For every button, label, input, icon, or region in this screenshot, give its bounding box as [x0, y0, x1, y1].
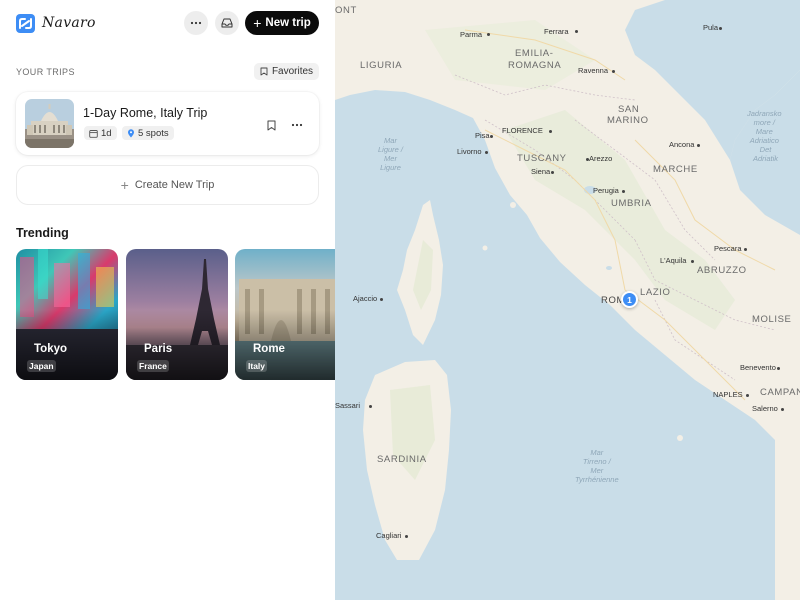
map-city-label: Ravenna — [578, 66, 609, 75]
map-city-label: Ferrara — [544, 27, 569, 36]
map-city-label: Salerno — [752, 404, 778, 413]
map-region-label: ROMAGNA — [508, 60, 562, 71]
create-new-trip-label: Create New Trip — [134, 179, 215, 191]
map-city-label: Livorno — [457, 147, 482, 156]
more-horizontal-icon — [291, 123, 303, 127]
trip-thumbnail — [25, 99, 74, 148]
map-region-label: SAN — [618, 104, 640, 115]
trending-card-rome[interactable]: Rome Italy — [235, 249, 335, 380]
map-sea-label: Mar Ligure / Mer Ligure — [378, 136, 404, 172]
map-region-label: EMILIA- — [515, 48, 554, 59]
trending-card-country: Japan — [27, 360, 56, 372]
trending-card-country: France — [137, 360, 169, 372]
map-sea-label: Jadransko more / Mare Adriatico — [747, 109, 782, 145]
favorites-button[interactable]: Favorites — [254, 63, 319, 80]
inbox-button[interactable] — [215, 11, 239, 35]
bookmark-icon — [267, 120, 276, 131]
navaro-logo-icon[interactable] — [16, 14, 35, 33]
map-region-label: MARINO — [607, 115, 649, 126]
sidebar: Navaro + New trip YOUR TRIPS Favorites 1… — [0, 0, 335, 600]
map-region-label: CAMPAN — [760, 387, 800, 398]
top-bar: Navaro + New trip — [0, 0, 335, 46]
new-trip-label: New trip — [265, 17, 311, 29]
map-city-label: Pula — [703, 23, 719, 32]
map-sea-label: Det Adriatik — [753, 145, 779, 163]
map-city-label: Perugia — [593, 186, 619, 195]
trip-spots-chip: 5 spots — [122, 126, 174, 140]
trending-card-city: Tokyo — [34, 343, 68, 355]
trip-days: 1d — [101, 127, 112, 139]
trending-card-tokyo[interactable]: Tokyo Japan — [16, 249, 118, 380]
trending-heading: Trending — [16, 226, 69, 240]
map-sea-label: Mar Tirreno / Mer Tyrrhénienne — [575, 448, 619, 484]
more-horizontal-icon — [190, 21, 202, 25]
map-region-label: UMBRIA — [611, 198, 652, 209]
map-city-label: Sassari — [335, 401, 361, 410]
map-region-label: ABRUZZO — [697, 265, 747, 276]
new-trip-button[interactable]: + New trip — [245, 11, 319, 35]
inbox-icon — [221, 18, 233, 28]
trip-days-chip: 1d — [84, 126, 117, 140]
create-new-trip-button[interactable]: + Create New Trip — [16, 165, 319, 205]
map-region-label: TUSCANY — [517, 153, 567, 164]
map-city-label: Cagliari — [376, 531, 402, 540]
trending-card-paris[interactable]: Paris France — [126, 249, 228, 380]
map-city-label: Arezzo — [589, 154, 613, 163]
trip-title: 1-Day Rome, Italy Trip — [83, 106, 208, 120]
map-city-label: NAPLES — [713, 390, 743, 399]
map-city-label: L'Aquila — [660, 256, 687, 265]
trip-card[interactable]: 1-Day Rome, Italy Trip 1d 5 spots — [16, 92, 319, 155]
map-marker[interactable]: 1 — [621, 291, 638, 308]
map-region-label: SARDINIA — [377, 454, 427, 465]
map-region-label: MOLISE — [752, 314, 792, 325]
map-city-label: Parma — [460, 30, 483, 39]
map-region-label: LAZIO — [640, 287, 671, 298]
location-pin-icon — [128, 128, 134, 137]
trending-card-city: Paris — [144, 343, 173, 355]
calendar-icon — [89, 129, 98, 138]
map-region-label: LIGURIA — [360, 60, 403, 71]
map-view[interactable]: ONT LIGURIA EMILIA- ROMAGNA SAN MARINO T… — [335, 0, 800, 600]
brand-name[interactable]: Navaro — [42, 15, 96, 31]
map-city-label: Ajaccio — [353, 294, 378, 303]
map-region-label: MARCHE — [653, 164, 698, 175]
map-city-label: Pescara — [714, 244, 742, 253]
favorites-label: Favorites — [271, 66, 314, 77]
plus-icon: + — [120, 177, 129, 193]
map-city-label: Pisa — [475, 131, 490, 140]
trip-spots: 5 spots — [138, 127, 169, 139]
more-options-button[interactable] — [184, 11, 208, 35]
your-trips-heading: YOUR TRIPS — [16, 67, 75, 77]
map-city-label: Ancona — [669, 140, 695, 149]
map-base — [335, 0, 800, 600]
map-city-label: Siena — [531, 167, 551, 176]
bookmark-trip-button[interactable] — [267, 118, 276, 136]
map-city-label: FLORENCE — [502, 126, 543, 135]
plus-icon: + — [253, 14, 262, 31]
trip-more-button[interactable] — [291, 116, 303, 130]
trending-card-country: Italy — [246, 360, 268, 372]
trending-card-city: Rome — [253, 343, 285, 355]
map-region-label: ONT — [335, 5, 357, 16]
bookmark-icon — [260, 67, 268, 76]
map-city-label: Benevento — [740, 363, 776, 372]
